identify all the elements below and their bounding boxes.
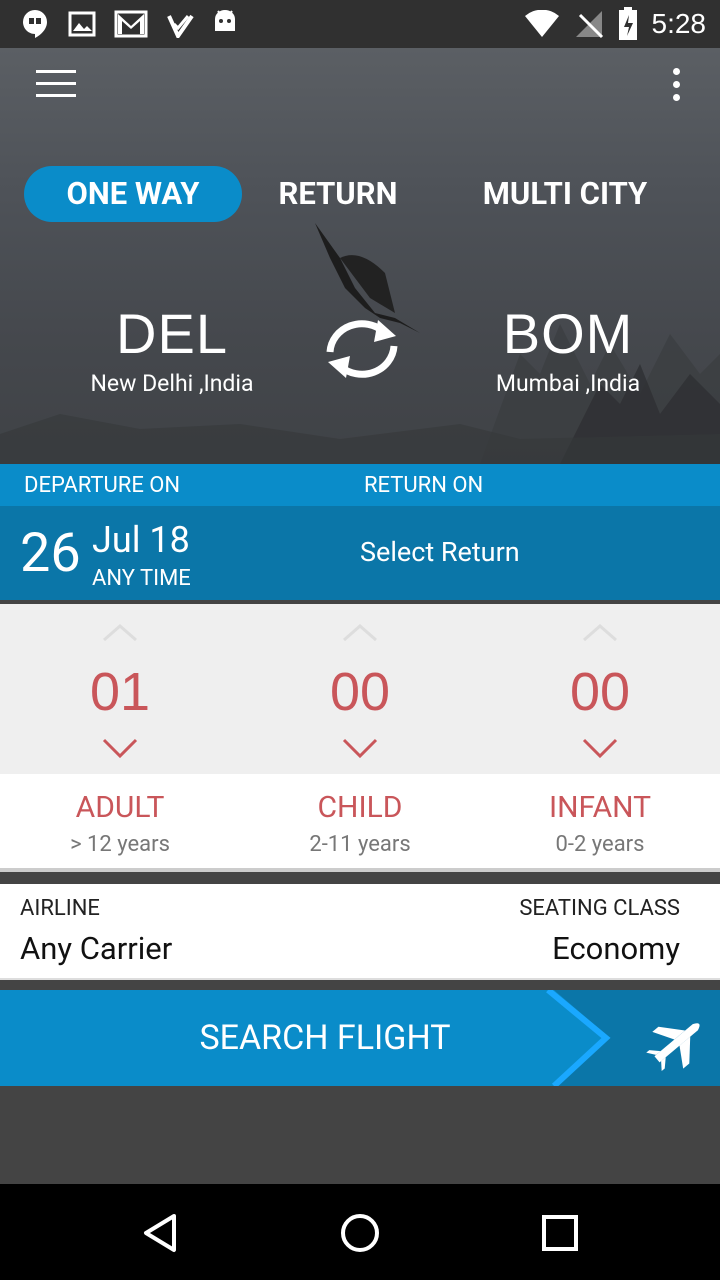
infant-counter: 00 xyxy=(500,604,700,774)
origin-city[interactable]: DEL New Delhi ,India xyxy=(42,302,302,397)
dates-row: 26 Jul 18 ANY TIME Select Return xyxy=(0,506,720,600)
swap-icon[interactable] xyxy=(322,314,402,384)
chevron-down-icon[interactable] xyxy=(580,736,620,760)
child-age: 2-11 years xyxy=(309,832,411,857)
passenger-labels: ADULT > 12 years CHILD 2-11 years INFANT… xyxy=(0,774,720,872)
no-signal-icon xyxy=(575,11,603,39)
passenger-counters: 01 00 00 xyxy=(0,604,720,774)
infant-age: 0-2 years xyxy=(555,832,645,857)
gmail-icon xyxy=(114,10,148,38)
hangouts-icon xyxy=(23,10,47,38)
departure-label: DEPARTURE ON xyxy=(24,473,181,498)
airline-selector[interactable]: Any Carrier xyxy=(20,930,172,967)
child-counter: 00 xyxy=(260,604,460,774)
overflow-menu-button[interactable] xyxy=(666,68,686,104)
chevron-down-icon[interactable] xyxy=(340,736,380,760)
battery-icon xyxy=(618,7,637,40)
chevron-up-icon[interactable] xyxy=(100,622,140,644)
adult-age: > 12 years xyxy=(70,832,170,857)
destination-code: BOM xyxy=(502,302,634,365)
chevron-down-icon[interactable] xyxy=(100,736,140,760)
child-count: 00 xyxy=(329,662,391,722)
home-icon[interactable] xyxy=(335,1208,385,1258)
departure-date[interactable]: 26 Jul 18 ANY TIME xyxy=(0,506,340,600)
status-bar: 5:28 xyxy=(0,0,720,48)
menu-button[interactable] xyxy=(36,70,76,100)
airline-label: AIRLINE xyxy=(20,896,100,921)
adult-count: 01 xyxy=(89,662,151,722)
wifi-icon xyxy=(524,10,559,37)
departure-time: ANY TIME xyxy=(92,566,191,591)
search-flight-button[interactable]: SEARCH FLIGHT xyxy=(0,990,720,1086)
return-label: RETURN ON xyxy=(364,473,484,498)
tab-return[interactable]: RETURN xyxy=(256,166,420,222)
recents-icon[interactable] xyxy=(535,1208,585,1258)
gallery-icon xyxy=(68,11,96,37)
adult-counter: 01 xyxy=(20,604,220,774)
departure-day: 26 xyxy=(20,522,81,585)
airline-class-row: AIRLINE Any Carrier SEATING CLASS Econom… xyxy=(0,884,720,980)
infant-label: INFANT xyxy=(548,790,652,825)
chevron-up-icon[interactable] xyxy=(580,622,620,644)
child-label: CHILD xyxy=(317,790,403,825)
plane-icon xyxy=(546,990,720,1086)
seating-class-selector[interactable]: Economy xyxy=(552,930,680,967)
destination-name: Mumbai ,India xyxy=(495,370,641,397)
origin-code: DEL xyxy=(116,302,228,365)
trip-type-tabs: ONE WAY RETURN MULTI CITY xyxy=(24,166,704,222)
android-icon xyxy=(215,10,235,31)
tab-one-way[interactable]: ONE WAY xyxy=(24,166,242,222)
destination-city[interactable]: BOM Mumbai ,India xyxy=(438,302,698,397)
chevron-up-icon[interactable] xyxy=(340,622,380,644)
origin-name: New Delhi ,India xyxy=(90,370,254,397)
seating-class-label: SEATING CLASS xyxy=(519,896,680,921)
hero-section: ONE WAY RETURN MULTI CITY DEL New Delhi … xyxy=(0,48,720,464)
departure-month: Jul 18 xyxy=(92,519,190,561)
dates-header: DEPARTURE ON RETURN ON xyxy=(0,464,720,506)
adult-label: ADULT xyxy=(75,790,165,825)
task-icon xyxy=(167,14,194,38)
clock: 5:28 xyxy=(651,8,707,39)
select-return-button[interactable]: Select Return xyxy=(360,536,520,568)
back-icon[interactable] xyxy=(136,1208,186,1258)
tab-multi-city[interactable]: MULTI CITY xyxy=(460,166,670,222)
infant-count: 00 xyxy=(569,662,631,722)
system-nav-bar xyxy=(0,1184,720,1280)
